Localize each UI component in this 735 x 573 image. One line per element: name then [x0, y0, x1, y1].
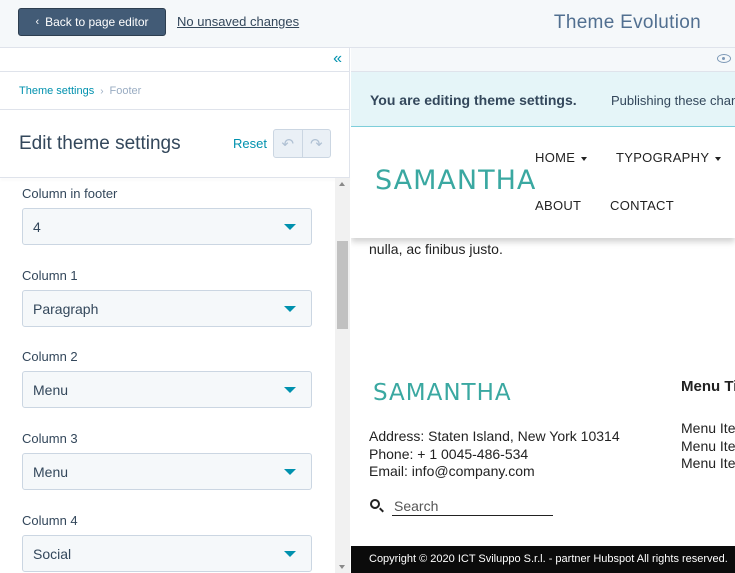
address-line: Address: Staten Island, New York 10314 — [369, 428, 620, 444]
body-text: nulla, ac finibus justo. — [369, 241, 503, 257]
footer-search-input[interactable] — [392, 497, 553, 516]
eye-icon[interactable] — [717, 54, 731, 63]
email-line: Email: info@company.com — [369, 463, 535, 479]
reset-button[interactable]: Reset — [233, 136, 267, 151]
banner-title: You are editing theme settings. — [370, 92, 577, 108]
divider — [0, 109, 350, 110]
scroll-up-arrow-icon[interactable] — [339, 182, 345, 186]
footer-menu-item[interactable]: Menu Ite — [681, 455, 735, 473]
footer-menu-item[interactable]: Menu Ite — [681, 438, 735, 456]
caret-down-icon — [284, 469, 296, 475]
chevron-left-icon: ‹ — [35, 16, 40, 28]
select-value: 4 — [33, 219, 41, 235]
column-2-select[interactable]: Menu — [22, 371, 312, 408]
editing-banner: You are editing theme settings. Publishi… — [351, 72, 735, 127]
undo-icon[interactable]: ↶ — [274, 130, 302, 157]
column-1-select[interactable]: Paragraph — [22, 290, 312, 327]
undo-redo-group: ↶ ↷ — [273, 129, 331, 158]
back-to-page-editor-button[interactable]: ‹ Back to page editor — [18, 8, 166, 36]
field-label-column-4: Column 4 — [22, 513, 78, 528]
caret-down-icon — [715, 156, 722, 161]
scroll-down-arrow-icon[interactable] — [339, 565, 345, 569]
copyright-text: Copyright © 2020 ICT Sviluppo S.r.l. - p… — [369, 553, 728, 565]
field-label-column-2: Column 2 — [22, 349, 78, 364]
theme-preview: You are editing theme settings. Publishi… — [351, 48, 735, 573]
footer-logo[interactable]: SAMANTHA — [373, 380, 512, 406]
site-header: SAMANTHA HOME TYPOGRAPHY ABOUT CONTACT — [351, 127, 735, 238]
caret-down-icon — [284, 387, 296, 393]
field-label-column-3: Column 3 — [22, 431, 78, 446]
breadcrumb: Theme settings › Footer — [19, 85, 141, 97]
select-value: Social — [33, 546, 72, 562]
settings-panel: « Theme settings › Footer Edit theme set… — [0, 48, 350, 573]
caret-down-icon — [284, 551, 296, 557]
double-chevron-left-icon[interactable]: « — [333, 50, 342, 68]
footer-menu: Menu Ite Menu Ite Menu Ite — [681, 420, 735, 473]
unsaved-changes-link[interactable]: No unsaved changes — [177, 14, 299, 29]
field-label-column-1: Column 1 — [22, 268, 78, 283]
footer-address: Address: Staten Island, New York 10314 P… — [369, 428, 620, 481]
chevron-right-icon: › — [100, 85, 104, 97]
footer-menu-item[interactable]: Menu Ite — [681, 420, 735, 438]
nav-item-home[interactable]: HOME — [535, 150, 588, 165]
nav-item-about[interactable]: ABOUT — [535, 198, 581, 213]
preview-toolbar — [351, 48, 735, 72]
footer-menu-title: Menu Tit — [681, 378, 735, 395]
select-value: Paragraph — [33, 301, 99, 317]
select-value: Menu — [33, 464, 69, 480]
panel-scrollbar[interactable] — [335, 178, 350, 573]
panel-title: Edit theme settings — [19, 133, 181, 154]
caret-down-icon — [581, 156, 588, 161]
column-4-select[interactable]: Social — [22, 535, 312, 572]
scrollbar-thumb[interactable] — [337, 241, 348, 329]
search-icon — [370, 499, 380, 509]
nav-item-contact[interactable]: CONTACT — [610, 198, 674, 213]
back-button-label: Back to page editor — [45, 15, 149, 29]
field-label-column-in-footer: Column in footer — [22, 186, 118, 201]
panel-collapse-bar: « — [0, 48, 350, 72]
site-logo[interactable]: SAMANTHA — [375, 165, 536, 196]
caret-down-icon — [284, 224, 296, 230]
nav-item-typography[interactable]: TYPOGRAPHY — [616, 150, 722, 165]
copyright-bar: Copyright © 2020 ICT Sviluppo S.r.l. - p… — [351, 546, 735, 573]
redo-icon[interactable]: ↷ — [301, 130, 331, 157]
theme-name: Theme Evolution — [553, 12, 701, 33]
settings-fields: Column in footer 4 Column 1 Paragraph Co… — [0, 178, 335, 573]
phone-line: Phone: + 1 0045-486-534 — [369, 445, 529, 462]
caret-down-icon — [284, 306, 296, 312]
top-bar: ‹ Back to page editor No unsaved changes… — [0, 0, 735, 48]
column-in-footer-select[interactable]: 4 — [22, 208, 312, 245]
select-value: Menu — [33, 382, 69, 398]
banner-text: Publishing these chan — [611, 93, 735, 108]
column-3-select[interactable]: Menu — [22, 453, 312, 490]
breadcrumb-footer: Footer — [109, 85, 142, 97]
breadcrumb-theme-settings[interactable]: Theme settings — [19, 85, 94, 97]
